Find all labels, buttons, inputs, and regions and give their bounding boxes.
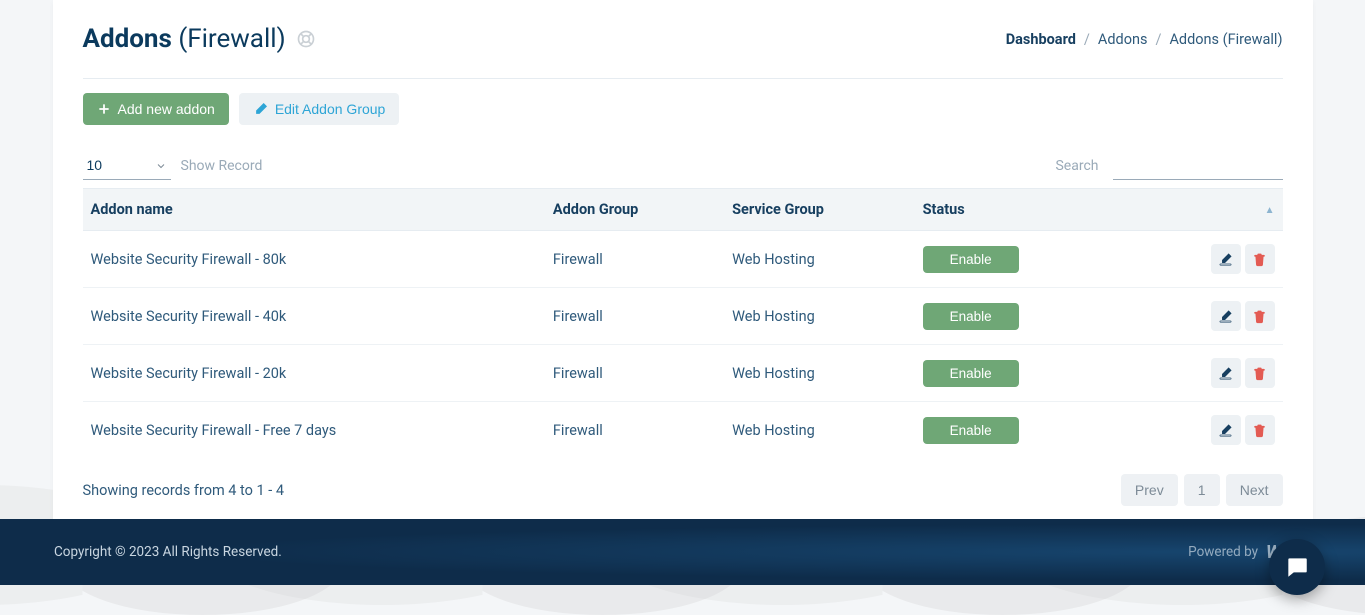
- edit-icon: [253, 102, 268, 117]
- cell-service-group: Web Hosting: [724, 345, 914, 402]
- search: Search: [1055, 151, 1282, 180]
- row-delete-button[interactable]: [1245, 244, 1275, 274]
- breadcrumb-addons[interactable]: Addons: [1098, 31, 1148, 48]
- row-edit-button[interactable]: [1211, 301, 1241, 331]
- pager-next[interactable]: Next: [1226, 474, 1283, 506]
- show-record-label: Show Record: [181, 158, 263, 174]
- status-enable-button[interactable]: Enable: [923, 417, 1019, 444]
- cell-actions: [1113, 231, 1283, 288]
- chat-fab[interactable]: [1269, 539, 1325, 595]
- edit-addon-group-button[interactable]: Edit Addon Group: [239, 93, 400, 125]
- pager-prev[interactable]: Prev: [1121, 474, 1178, 506]
- breadcrumb-separator: /: [1084, 31, 1090, 48]
- chat-icon: [1284, 554, 1310, 580]
- page-title: Addons (Firewall): [83, 24, 316, 54]
- col-service-group[interactable]: Service Group: [724, 189, 914, 231]
- actions-row: Add new addon Edit Addon Group: [83, 78, 1283, 125]
- life-ring-icon[interactable]: [296, 29, 316, 49]
- row-edit-button[interactable]: [1211, 415, 1241, 445]
- footer-powered-label: Powered by: [1188, 544, 1258, 560]
- search-label: Search: [1055, 158, 1098, 174]
- table-footer: Showing records from 4 to 1 - 4 Prev 1 N…: [83, 474, 1283, 506]
- edit-icon: [1218, 252, 1233, 267]
- cell-addon-group: Firewall: [545, 345, 724, 402]
- page-title-thin: (Firewall): [178, 24, 285, 54]
- cell-service-group: Web Hosting: [724, 231, 914, 288]
- show-record: 10 Show Record: [83, 151, 263, 180]
- addons-table: Addon name Addon Group Service Group Sta…: [83, 188, 1283, 458]
- trash-icon: [1252, 309, 1267, 324]
- cell-service-group: Web Hosting: [724, 288, 914, 345]
- table-row: Website Security Firewall - Free 7 daysF…: [83, 402, 1283, 459]
- search-input[interactable]: [1113, 151, 1283, 180]
- pager: Prev 1 Next: [1121, 474, 1283, 506]
- breadcrumb-separator: /: [1155, 31, 1161, 48]
- table-row: Website Security Firewall - 20kFirewallW…: [83, 345, 1283, 402]
- cell-actions: [1113, 345, 1283, 402]
- cell-addon-group: Firewall: [545, 231, 724, 288]
- main-card: Addons (Firewall) Dashboard / Addons / A…: [53, 0, 1313, 536]
- col-addon-name[interactable]: Addon name: [83, 189, 545, 231]
- per-page-select[interactable]: 10: [83, 151, 171, 180]
- status-enable-button[interactable]: Enable: [923, 360, 1019, 387]
- cell-service-group: Web Hosting: [724, 402, 914, 459]
- status-enable-button[interactable]: Enable: [923, 303, 1019, 330]
- cell-addon-name: Website Security Firewall - 20k: [83, 345, 545, 402]
- breadcrumb-dashboard[interactable]: Dashboard: [1006, 31, 1076, 48]
- records-info: Showing records from 4 to 1 - 4: [83, 482, 285, 499]
- plus-icon: [97, 102, 111, 116]
- row-delete-button[interactable]: [1245, 358, 1275, 388]
- page-header: Addons (Firewall) Dashboard / Addons / A…: [83, 24, 1283, 54]
- edit-icon: [1218, 309, 1233, 324]
- cell-status: Enable: [915, 345, 1113, 402]
- cell-addon-group: Firewall: [545, 402, 724, 459]
- row-delete-button[interactable]: [1245, 301, 1275, 331]
- breadcrumb-current: Addons (Firewall): [1169, 31, 1282, 48]
- edit-icon: [1218, 366, 1233, 381]
- trash-icon: [1252, 252, 1267, 267]
- table-row: Website Security Firewall - 80kFirewallW…: [83, 231, 1283, 288]
- table-controls: 10 Show Record Search: [83, 151, 1283, 180]
- col-actions[interactable]: ▲: [1113, 189, 1283, 231]
- footer-copyright: Copyright © 2023 All Rights Reserved.: [54, 544, 282, 560]
- cell-actions: [1113, 402, 1283, 459]
- sort-asc-icon: ▲: [1265, 205, 1275, 216]
- cell-addon-name: Website Security Firewall - Free 7 days: [83, 402, 545, 459]
- col-addon-group[interactable]: Addon Group: [545, 189, 724, 231]
- row-edit-button[interactable]: [1211, 244, 1241, 274]
- cell-status: Enable: [915, 231, 1113, 288]
- cell-status: Enable: [915, 288, 1113, 345]
- add-new-addon-button[interactable]: Add new addon: [83, 93, 229, 125]
- trash-icon: [1252, 366, 1267, 381]
- site-footer: Copyright © 2023 All Rights Reserved. Po…: [0, 519, 1365, 585]
- cell-status: Enable: [915, 402, 1113, 459]
- table-row: Website Security Firewall - 40kFirewallW…: [83, 288, 1283, 345]
- table-header-row: Addon name Addon Group Service Group Sta…: [83, 189, 1283, 231]
- cell-addon-group: Firewall: [545, 288, 724, 345]
- breadcrumb: Dashboard / Addons / Addons (Firewall): [1006, 31, 1283, 48]
- cell-actions: [1113, 288, 1283, 345]
- add-new-addon-label: Add new addon: [118, 101, 215, 117]
- status-enable-button[interactable]: Enable: [923, 246, 1019, 273]
- cell-addon-name: Website Security Firewall - 80k: [83, 231, 545, 288]
- row-edit-button[interactable]: [1211, 358, 1241, 388]
- cell-addon-name: Website Security Firewall - 40k: [83, 288, 545, 345]
- trash-icon: [1252, 423, 1267, 438]
- edit-icon: [1218, 423, 1233, 438]
- edit-addon-group-label: Edit Addon Group: [275, 101, 386, 117]
- page-title-strong: Addons: [83, 24, 172, 54]
- row-delete-button[interactable]: [1245, 415, 1275, 445]
- pager-page-1[interactable]: 1: [1184, 474, 1220, 506]
- col-status[interactable]: Status: [915, 189, 1113, 231]
